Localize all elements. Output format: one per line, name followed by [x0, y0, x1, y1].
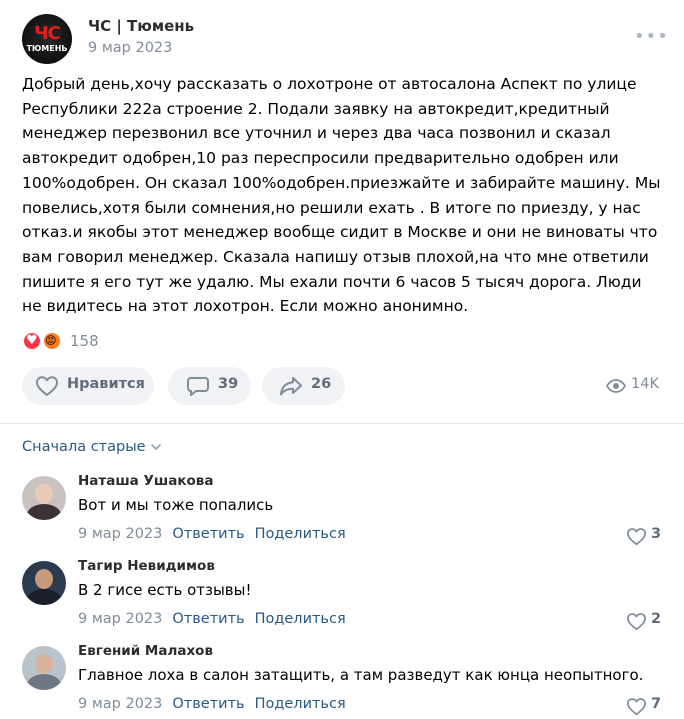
- chevron-down-icon: [150, 444, 161, 450]
- comment-meta: 9 мар 2023 Ответить Поделиться: [78, 696, 346, 712]
- heart-icon: [627, 528, 646, 546]
- sort-label: Сначала старые: [22, 439, 146, 455]
- reply-link[interactable]: Ответить: [172, 526, 244, 542]
- post-date[interactable]: 9 мар 2023: [88, 40, 172, 56]
- avatar-body: [27, 674, 61, 690]
- comment-text: Главное лоха в салон затащить, а там раз…: [78, 666, 644, 684]
- share-link[interactable]: Поделиться: [255, 696, 346, 712]
- heart-reaction-icon: [22, 331, 42, 351]
- comment-date[interactable]: 9 мар 2023: [78, 526, 162, 542]
- comment-date[interactable]: 9 мар 2023: [78, 696, 162, 712]
- reactions-count: 158: [70, 332, 99, 350]
- views-count: 14K: [631, 376, 659, 392]
- eye-icon: [606, 379, 626, 393]
- avatar-body: [27, 504, 61, 520]
- share-arrow-icon: [280, 377, 302, 396]
- more-options-icon[interactable]: •••: [634, 28, 669, 46]
- avatar-face: [35, 654, 53, 674]
- comment-item: Евгений Малахов Главное лоха в салон зат…: [0, 640, 684, 719]
- share-button[interactable]: 26: [262, 367, 345, 405]
- comment-meta: 9 мар 2023 Ответить Поделиться: [78, 611, 346, 627]
- comment-icon: [187, 377, 209, 396]
- comment-author-link[interactable]: Наташа Ушакова: [78, 473, 213, 489]
- divider: [0, 423, 684, 424]
- comment-meta: 9 мар 2023 Ответить Поделиться: [78, 526, 346, 542]
- reply-link[interactable]: Ответить: [172, 611, 244, 627]
- heart-icon: [36, 376, 58, 396]
- comment-author-link[interactable]: Тагир Невидимов: [78, 558, 215, 574]
- heart-icon: [627, 613, 646, 631]
- comment-likes-count: 7: [651, 696, 662, 712]
- reply-link[interactable]: Ответить: [172, 696, 244, 712]
- community-avatar[interactable]: ЧС ТЮМЕНЬ: [22, 14, 72, 64]
- comment-likes-count: 3: [651, 526, 662, 542]
- share-link[interactable]: Поделиться: [255, 526, 346, 542]
- avatar-face: [35, 569, 53, 589]
- avatar-logo-city: ТЮМЕНЬ: [26, 44, 68, 53]
- community-name-link[interactable]: ЧС | Тюмень: [88, 17, 194, 35]
- comment-text: В 2 гисе есть отзывы!: [78, 581, 252, 599]
- avatar[interactable]: [22, 561, 66, 605]
- heart-icon: [627, 698, 646, 716]
- comment-text: Вот и мы тоже попались: [78, 496, 274, 514]
- comment-author-link[interactable]: Евгений Малахов: [78, 643, 213, 659]
- like-button[interactable]: Нравится: [22, 367, 154, 405]
- like-label: Нравится: [67, 376, 145, 392]
- comment-item: Тагир Невидимов В 2 гисе есть отзывы! 9 …: [0, 555, 684, 641]
- comments-count: 39: [218, 376, 239, 392]
- comment-date[interactable]: 9 мар 2023: [78, 611, 162, 627]
- avatar-logo-text: ЧС: [34, 23, 61, 44]
- post-header: ЧС ТЮМЕНЬ ЧС | Тюмень 9 мар 2023 •••: [0, 0, 684, 70]
- avatar[interactable]: [22, 476, 66, 520]
- comment-likes-count: 2: [651, 611, 662, 627]
- avatar[interactable]: [22, 646, 66, 690]
- shares-count: 26: [311, 376, 332, 392]
- post-text: Добрый день,хочу рассказать о лохотроне …: [22, 75, 661, 316]
- share-link[interactable]: Поделиться: [255, 611, 346, 627]
- angry-reaction-icon: [42, 331, 62, 351]
- comments-sort-dropdown[interactable]: Сначала старые: [22, 439, 162, 455]
- avatar-body: [27, 589, 61, 605]
- comment-item: Наташа Ушакова Вот и мы тоже попались 9 …: [0, 470, 684, 556]
- comment-button[interactable]: 39: [168, 367, 251, 405]
- avatar-face: [35, 484, 53, 504]
